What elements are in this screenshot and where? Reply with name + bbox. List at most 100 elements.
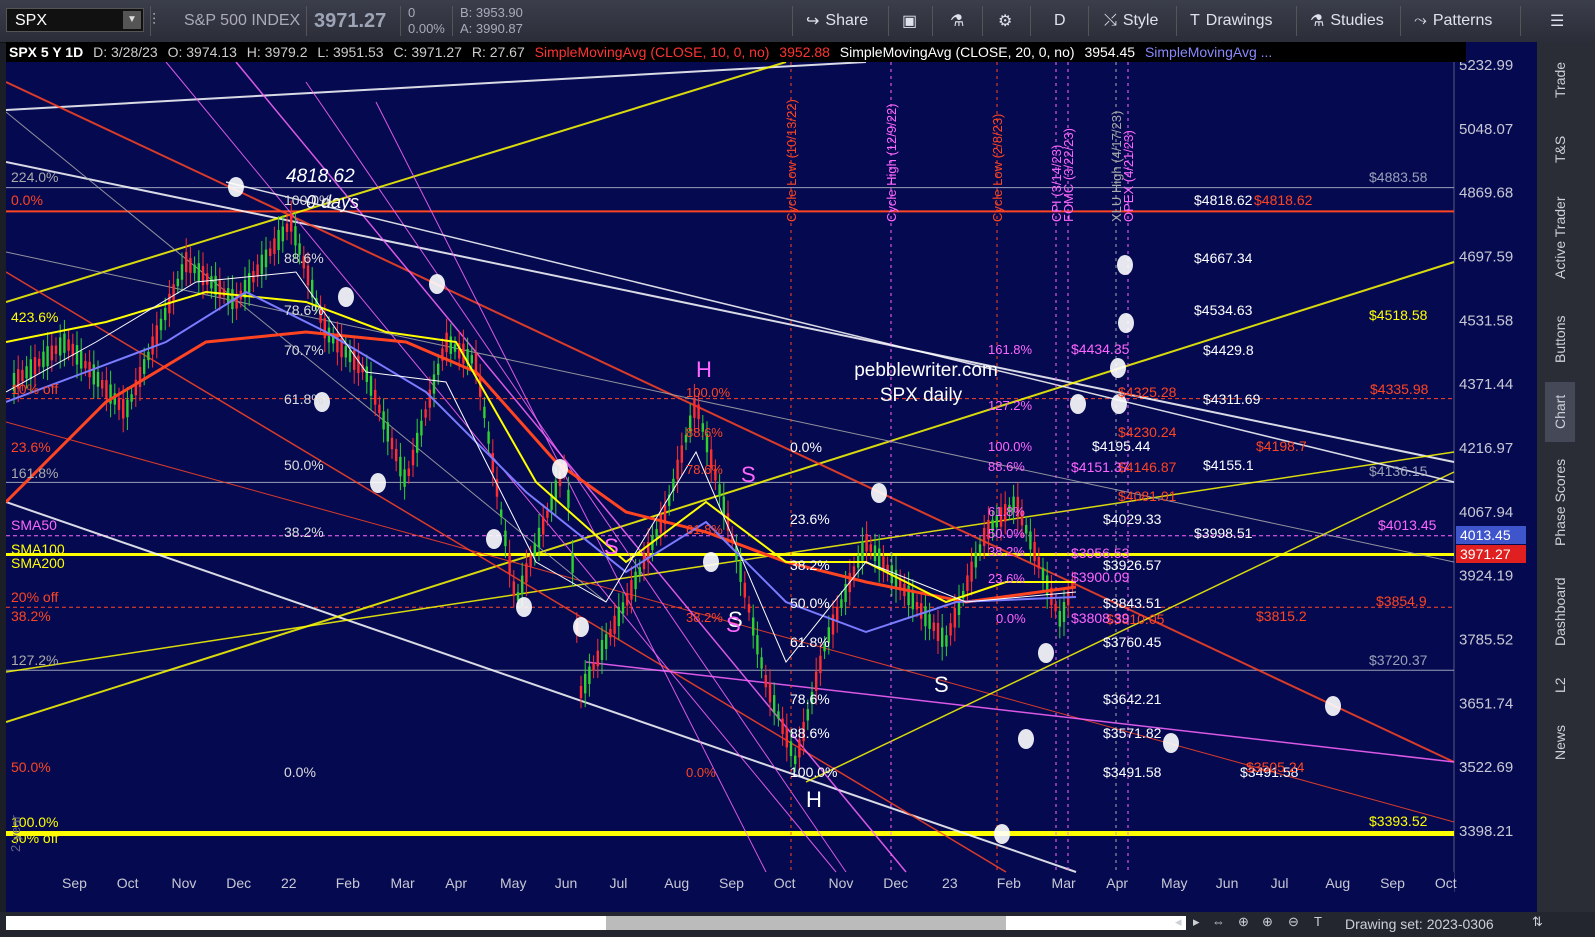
candle-body [722, 496, 725, 517]
candle-body [1025, 524, 1028, 534]
share-button[interactable]: ↪ Share [806, 6, 868, 36]
menu-icon[interactable]: ☰ [1550, 6, 1564, 36]
candle-body [970, 561, 973, 582]
tab-trade[interactable]: Trade [1545, 50, 1575, 110]
chevron-down-icon[interactable]: ▼ [123, 11, 141, 29]
link-icon[interactable]: ⫶ [152, 6, 166, 36]
candle-body [382, 411, 385, 430]
candle-body [105, 380, 108, 399]
chart-area[interactable]: 5232.99 5048.07 4869.68 4697.59 4531.58 4371.… [4, 42, 1537, 912]
candle-body [634, 571, 637, 590]
text-tool-icon[interactable]: T [1314, 914, 1322, 929]
candle-body [752, 617, 755, 636]
candle-body [201, 265, 205, 286]
screenshot-icon[interactable]: ▣ [902, 6, 917, 36]
candle-body [50, 345, 53, 361]
candle-body [945, 635, 948, 647]
flask-icon[interactable]: ⚗ [950, 6, 964, 36]
top-toolbar: SPX ▼ ⫶ S&P 500 INDEX 3971.27 0 0.00% B: … [0, 0, 1595, 43]
fib-right-label: 0.0% [790, 439, 822, 455]
patterns-button[interactable]: ⤳ Patterns [1414, 6, 1492, 36]
crosshair-icon[interactable]: ⊕ [1238, 914, 1249, 930]
tab-buttons[interactable]: Buttons [1545, 304, 1575, 374]
tab-active-trader[interactable]: Active Trader [1545, 188, 1575, 288]
time-tick-label: Nov [829, 875, 854, 891]
candle-body [222, 288, 226, 297]
patterns-icon: ⤳ [1414, 12, 1427, 29]
candle-body [218, 280, 221, 298]
candle-body [273, 238, 276, 254]
candle-body [474, 352, 478, 372]
scroll-right-icon[interactable]: ▸ [1193, 914, 1200, 930]
tab-chart[interactable]: Chart [1545, 382, 1575, 442]
horizontal-scrollbar[interactable] [6, 916, 1186, 930]
period-button[interactable]: D [1054, 6, 1066, 36]
fib-pink-label: 78.6% [686, 462, 723, 477]
fib-left-label: 127.2% [11, 652, 58, 668]
separator [792, 6, 793, 36]
price-chart[interactable]: 5232.99 5048.07 4869.68 4697.59 4531.58 4371.… [4, 42, 1537, 912]
candle-body [785, 727, 788, 748]
zoom-in-icon[interactable]: ⊕ [1262, 914, 1273, 930]
level-label-red: $4081.01 [1118, 488, 1177, 504]
fib-left-label: SMA200 [11, 555, 65, 571]
candle-body [983, 527, 986, 546]
candle-body [269, 248, 272, 257]
scroll-left-icon[interactable]: ◂ [1175, 914, 1182, 930]
candle-body [227, 287, 230, 304]
studies-icon: ⚗ [1310, 13, 1325, 30]
blue-price-badge-text: 4013.45 [1460, 527, 1511, 543]
candle-body [1041, 567, 1045, 581]
gear-icon[interactable]: ⚙ [998, 6, 1012, 36]
candle-body [294, 226, 297, 246]
fib-mid-label: 0.0% [284, 764, 316, 780]
candle-body [949, 623, 952, 636]
legend-date: D: 3/28/23 [93, 44, 158, 60]
share-label: Share [825, 12, 869, 29]
candle-body [143, 359, 146, 374]
tab-news[interactable]: News [1545, 712, 1575, 772]
price-tick-label: 3522.69 [1459, 759, 1513, 776]
pattern-letter: S [726, 612, 741, 637]
fib-left-label: 10% off [11, 381, 58, 397]
tab-t-s[interactable]: T&S [1545, 124, 1575, 174]
candle-body [96, 371, 100, 387]
candle-body [1058, 611, 1061, 627]
style-button[interactable]: ⤯ Style [1104, 6, 1158, 36]
studies-button[interactable]: ⚗ Studies [1310, 6, 1384, 36]
level-label-pink: $3900.09 [1071, 569, 1130, 585]
cycle-label: Cycle Low (2/8/23) [990, 114, 1005, 222]
candle-body [920, 603, 923, 619]
cycle-label: OPEX (4/21/23) [1121, 130, 1136, 222]
time-tick-label: Oct [117, 875, 139, 891]
symbol-input[interactable]: SPX ▼ [6, 8, 144, 32]
zoom-out-icon[interactable]: ⊖ [1288, 914, 1299, 930]
fib-mid-label: 88.6% [284, 250, 324, 266]
zoom-fit-icon[interactable]: ⇔ [1212, 914, 1225, 929]
candle-body [966, 575, 969, 591]
drawing-set-dropdown-icon[interactable]: ⇅ [1532, 914, 1543, 930]
candle-body [92, 364, 95, 385]
gray-level-label: $3720.37 [1369, 652, 1428, 668]
tab-dashboard[interactable]: Dashboard [1545, 562, 1575, 662]
tab-l2[interactable]: L2 [1545, 670, 1575, 700]
fib-mid-label: 78.6% [284, 302, 324, 318]
separator [1030, 6, 1031, 36]
pivot-marker [1163, 733, 1179, 753]
separator [400, 6, 401, 36]
candle-body [189, 258, 192, 273]
drawings-button[interactable]: T Drawings [1190, 6, 1272, 36]
fib-left-label: 20% off [11, 589, 58, 605]
drawing-set-label: Drawing set: 2023-0306 [1345, 916, 1494, 932]
candle-body [445, 332, 448, 353]
fib-small-label: 38.2% [988, 544, 1025, 559]
candle-body [924, 606, 927, 627]
candle-body [386, 422, 389, 442]
price-tick-label: 3398.21 [1459, 823, 1513, 840]
candle-body [781, 718, 784, 735]
scroll-thumb[interactable] [606, 916, 1006, 930]
candle-body [260, 254, 263, 275]
watermark-title: SPX daily [880, 385, 963, 406]
candle-body [411, 449, 415, 466]
tab-phase-scores[interactable]: Phase Scores [1545, 452, 1575, 552]
